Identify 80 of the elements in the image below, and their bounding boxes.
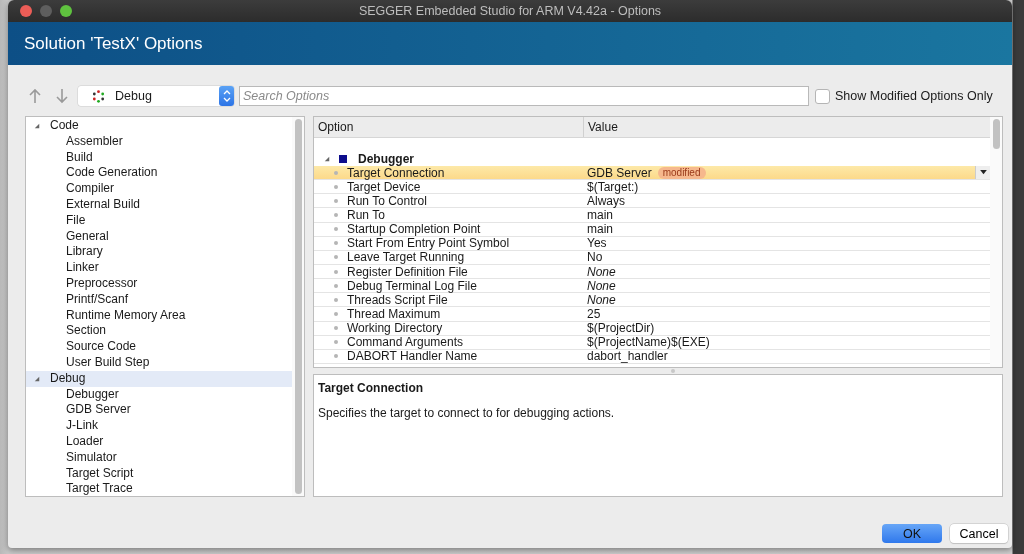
search-field[interactable]: Search Options bbox=[239, 86, 809, 106]
option-name: Target Connection bbox=[347, 165, 445, 180]
tree-item[interactable]: Debug bbox=[26, 370, 292, 387]
modified-badge: modified bbox=[657, 166, 706, 179]
option-value: $(ProjectDir) bbox=[587, 321, 655, 336]
column-header[interactable]: Value bbox=[584, 117, 618, 137]
option-name: Startup Completion Point bbox=[347, 222, 481, 237]
option-row[interactable]: Command Arguments $(ProjectName)$(EXE) bbox=[314, 335, 990, 350]
dialog-title: Solution 'TestX' Options bbox=[24, 33, 203, 54]
tree-item[interactable]: Library bbox=[26, 244, 292, 261]
option-name: Register Definition File bbox=[347, 264, 468, 279]
option-value: None bbox=[587, 264, 616, 279]
option-value: No bbox=[587, 250, 603, 265]
option-value: main bbox=[587, 222, 613, 237]
option-value: Always bbox=[587, 193, 625, 208]
tree-item[interactable]: Compiler bbox=[26, 181, 292, 197]
tree-item[interactable]: Runtime Memory Area bbox=[26, 307, 292, 324]
tree-item[interactable]: User Build Step bbox=[26, 354, 292, 371]
option-name: Start From Entry Point Symbol bbox=[347, 236, 510, 251]
option-row[interactable]: Working Directory $(ProjectDir) bbox=[314, 321, 990, 336]
tree-item[interactable]: Linker bbox=[26, 260, 292, 276]
option-row[interactable]: Startup Completion Point main bbox=[314, 222, 990, 237]
option-name: Debug Terminal Log File bbox=[347, 278, 477, 293]
option-name: DABORT Handler Name bbox=[347, 349, 478, 364]
option-name: Threads Script File bbox=[347, 292, 448, 307]
option-name: Run To bbox=[347, 208, 385, 222]
option-name: Working Directory bbox=[347, 321, 443, 336]
option-row[interactable]: Target Connection GDB Server modified bbox=[314, 166, 990, 181]
option-row[interactable]: Target Device $(Target:) bbox=[314, 180, 990, 195]
option-row[interactable]: Leave Target Running No bbox=[314, 250, 990, 265]
tree-item[interactable]: Assembler bbox=[26, 133, 292, 150]
column-header[interactable]: Option bbox=[314, 117, 584, 137]
tree-item[interactable]: Build bbox=[26, 149, 292, 166]
option-value: Yes bbox=[587, 236, 607, 251]
configuration-dropdown[interactable]: Debug bbox=[78, 86, 234, 106]
cancel-button[interactable]: Cancel bbox=[950, 524, 1008, 543]
tree-item[interactable]: External Build bbox=[26, 197, 292, 213]
option-value: None bbox=[587, 292, 616, 307]
description-text: Specifies the target to connect to for debugging actions. bbox=[318, 406, 616, 420]
option-row[interactable]: DABORT Handler Name dabort_handler bbox=[314, 349, 990, 364]
option-row[interactable]: Start From Entry Point Symbol Yes bbox=[314, 236, 990, 251]
option-row[interactable]: Register Definition File None bbox=[314, 265, 990, 280]
tree-item[interactable]: J-Link bbox=[26, 418, 292, 434]
ok-button[interactable]: OK bbox=[882, 524, 942, 543]
tree-item[interactable]: Debugger bbox=[26, 386, 292, 403]
tree-item[interactable]: GDB Server bbox=[26, 402, 292, 419]
option-row[interactable]: Run To Control Always bbox=[314, 194, 990, 209]
tree-item[interactable]: Loader bbox=[26, 433, 292, 450]
tree-item[interactable]: File bbox=[26, 212, 292, 229]
tree-item[interactable]: Target Script bbox=[26, 465, 292, 482]
tree-item[interactable]: Simulator bbox=[26, 449, 292, 466]
option-row[interactable]: Threads Script File None bbox=[314, 293, 990, 308]
option-value: $(Target:) bbox=[587, 179, 639, 194]
option-row[interactable]: Run To main bbox=[314, 208, 990, 223]
option-row[interactable]: Debug Terminal Log File None bbox=[314, 279, 990, 294]
description-title: Target Connection bbox=[318, 381, 425, 395]
option-row[interactable]: Thread Maximum 25 bbox=[314, 307, 990, 322]
option-value: main bbox=[587, 208, 613, 222]
option-name: Command Arguments bbox=[347, 335, 464, 350]
option-name: Thread Maximum bbox=[347, 307, 441, 321]
group-row[interactable]: Debugger bbox=[314, 151, 990, 166]
option-value: None bbox=[587, 278, 616, 293]
option-value: 25 bbox=[587, 307, 601, 321]
tree-item[interactable]: Target Trace bbox=[26, 481, 292, 498]
tree-item[interactable]: Preprocessor bbox=[26, 275, 292, 292]
window-title: SEGGER Embedded Studio for ARM V4.42a - Options bbox=[358, 4, 662, 18]
tree-item[interactable]: Printf/Scanf bbox=[26, 291, 292, 308]
option-name: Run To Control bbox=[347, 193, 427, 208]
option-value: $(ProjectName)$(EXE) bbox=[587, 335, 710, 350]
tree-item[interactable]: Section bbox=[26, 323, 292, 340]
group-label: Debugger bbox=[358, 151, 414, 166]
tree-item[interactable]: General bbox=[26, 228, 292, 245]
option-value: dabort_handler bbox=[587, 349, 668, 364]
option-name: Leave Target Running bbox=[347, 250, 465, 265]
option-value: GDB Server bbox=[587, 165, 652, 180]
tree-item[interactable]: Code bbox=[26, 118, 292, 134]
option-name: Target Device bbox=[347, 179, 421, 194]
tree-item[interactable]: Source Code bbox=[26, 339, 292, 355]
checkbox-label: Show Modified Options Only bbox=[835, 89, 993, 103]
tree-item[interactable]: Code Generation bbox=[26, 165, 292, 182]
